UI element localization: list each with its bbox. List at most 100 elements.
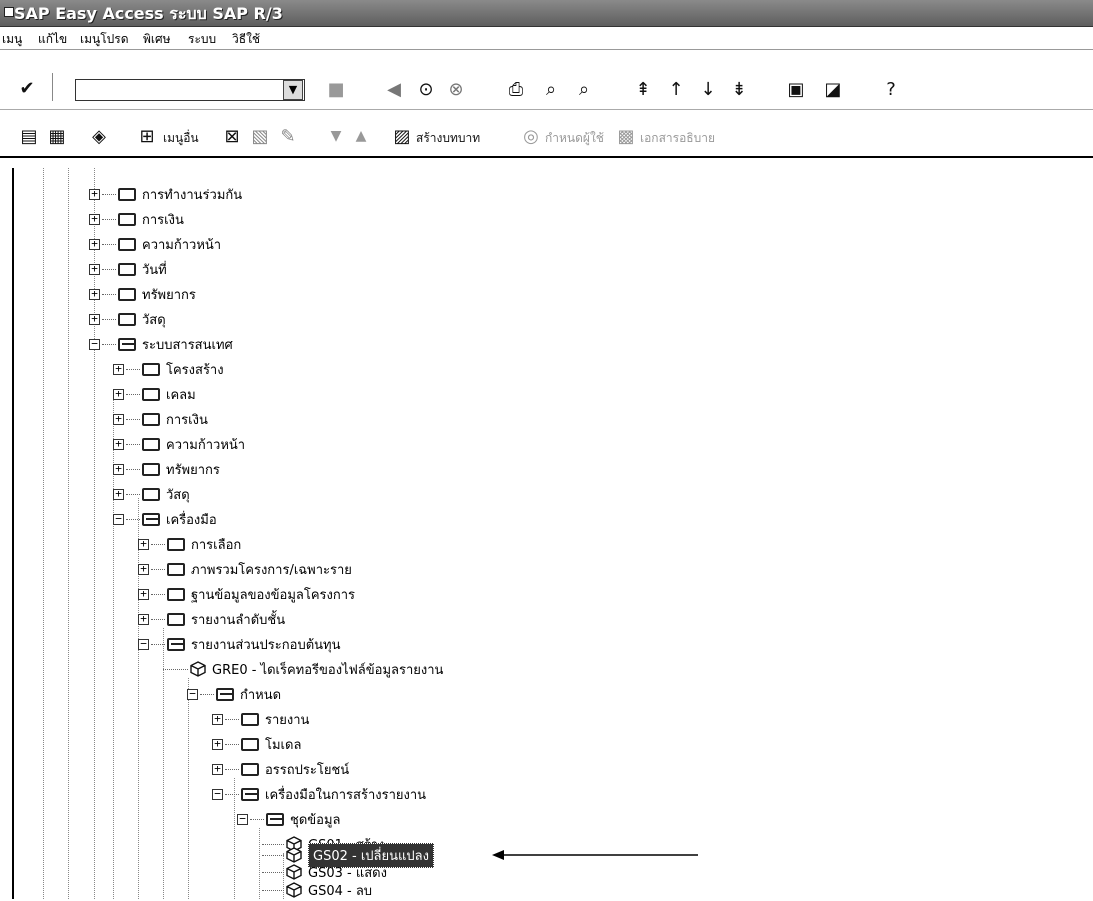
tree-node[interactable]: + โครงสร้าง bbox=[113, 359, 224, 379]
add-favorite-icon[interactable]: ⊠ bbox=[221, 125, 243, 147]
back-icon[interactable]: ◀ bbox=[383, 78, 405, 100]
collapse-toggle-icon[interactable]: − bbox=[89, 338, 100, 350]
tree-node[interactable]: + วันที่ bbox=[89, 259, 167, 279]
tree-node[interactable]: − ระบบสารสนเทศ bbox=[89, 334, 233, 354]
tree-node[interactable]: GRE0 - ไดเร็คทอรีของไฟล์ข้อมูลรายงาน bbox=[163, 659, 443, 679]
collapse-toggle-icon[interactable]: − bbox=[187, 688, 198, 700]
expand-toggle-icon[interactable]: + bbox=[113, 488, 124, 500]
command-history-dropdown-icon[interactable]: ▼ bbox=[283, 80, 303, 100]
expand-toggle-icon[interactable]: + bbox=[138, 563, 149, 575]
save-icon[interactable]: ■ bbox=[325, 78, 347, 100]
change-favorite-icon[interactable]: ✎ bbox=[277, 125, 299, 147]
help-icon[interactable]: ? bbox=[880, 78, 902, 100]
documentation-icon[interactable]: ▩ bbox=[615, 125, 637, 147]
tree-node[interactable]: + การเงิน bbox=[89, 209, 184, 229]
menu-extras[interactable]: พิเศษ bbox=[143, 30, 171, 49]
tree-node[interactable]: + รายงาน bbox=[212, 709, 309, 729]
generate-shortcut-icon[interactable]: ◪ bbox=[822, 78, 844, 100]
expand-toggle-icon[interactable]: + bbox=[89, 213, 100, 225]
command-field[interactable] bbox=[75, 79, 305, 101]
find-icon[interactable]: ⌕ bbox=[540, 78, 562, 100]
find-next-icon[interactable]: ⌕ bbox=[573, 78, 595, 100]
expand-toggle-icon[interactable]: + bbox=[89, 313, 100, 325]
expand-toggle-icon[interactable]: + bbox=[89, 238, 100, 250]
folder-icon bbox=[118, 187, 136, 201]
menu-favorites[interactable]: เมนูโปรด bbox=[80, 30, 129, 49]
tree-node[interactable]: + วัสดุ bbox=[89, 309, 166, 329]
user-menu-icon[interactable]: ▦ bbox=[46, 125, 68, 147]
expand-toggle-icon[interactable]: + bbox=[113, 413, 124, 425]
previous-page-icon[interactable]: ↑ bbox=[665, 78, 687, 100]
other-menu-button[interactable]: เมนูอื่น bbox=[163, 129, 199, 148]
expand-toggle-icon[interactable]: + bbox=[212, 713, 223, 725]
expand-toggle-icon[interactable]: + bbox=[89, 188, 100, 200]
collapse-toggle-icon[interactable]: − bbox=[212, 788, 223, 800]
documentation-button[interactable]: เอกสารอธิบาย bbox=[640, 129, 715, 148]
window-title: SAP Easy Access ระบบ SAP R/3 bbox=[14, 4, 283, 23]
expand-toggle-icon[interactable]: + bbox=[89, 263, 100, 275]
tree-node[interactable]: + โมเดล bbox=[212, 734, 301, 754]
tree-node[interactable]: + ภาพรวมโครงการ/เฉพาะราย bbox=[138, 559, 352, 579]
tree-node[interactable]: + ความก้าวหน้า bbox=[89, 234, 221, 254]
tree-node[interactable]: − เครื่องมือในการสร้างรายงาน bbox=[212, 784, 426, 804]
expand-toggle-icon[interactable]: + bbox=[89, 288, 100, 300]
enter-check-icon[interactable]: ✔ bbox=[16, 77, 38, 99]
tree-node[interactable]: + วัสดุ bbox=[113, 484, 190, 504]
tree-node[interactable]: + ทรัพยากร bbox=[89, 284, 196, 304]
last-page-icon[interactable]: ⇟ bbox=[728, 78, 750, 100]
tree-node[interactable]: GS04 - ลบ bbox=[262, 880, 372, 900]
assign-users-icon[interactable]: ◎ bbox=[520, 125, 542, 147]
expand-toggle-icon[interactable]: + bbox=[113, 463, 124, 475]
create-role-icon[interactable]: ▨ bbox=[391, 125, 413, 147]
assign-users-button[interactable]: กำหนดผู้ใช้ bbox=[545, 129, 604, 148]
tree-node-label: กำหนด bbox=[240, 687, 282, 703]
tree-node[interactable]: + การทำงานร่วมกัน bbox=[89, 184, 242, 204]
menu-edit[interactable]: แก้ไข bbox=[38, 30, 67, 49]
menu-system[interactable]: ระบบ bbox=[188, 30, 216, 49]
print-icon[interactable]: ⎙ bbox=[505, 78, 527, 100]
create-role-button[interactable]: สร้างบทบาท bbox=[416, 129, 480, 148]
expand-toggle-icon[interactable]: + bbox=[113, 363, 124, 375]
expand-toggle-icon[interactable]: + bbox=[113, 438, 124, 450]
tree-node[interactable]: − เครื่องมือ bbox=[113, 509, 217, 529]
create-session-icon[interactable]: ▣ bbox=[785, 78, 807, 100]
tree-node[interactable]: + ทรัพยากร bbox=[113, 459, 220, 479]
tree-guide-line bbox=[43, 168, 44, 899]
cancel-icon[interactable]: ⊗ bbox=[445, 78, 467, 100]
open-folder-icon bbox=[216, 687, 234, 701]
expand-toggle-icon[interactable]: + bbox=[138, 588, 149, 600]
tree-node[interactable]: − กำหนด bbox=[187, 684, 281, 704]
other-menu-icon[interactable]: ⊞ bbox=[136, 125, 158, 147]
menu-help[interactable]: วิธีใช้ bbox=[232, 30, 260, 49]
collapse-toggle-icon[interactable]: − bbox=[138, 638, 149, 650]
collapse-toggle-icon[interactable]: − bbox=[113, 513, 124, 525]
tree-node-label: เคลม bbox=[166, 387, 196, 403]
delete-favorite-icon[interactable]: ▧ bbox=[249, 125, 271, 147]
transaction-icon bbox=[190, 661, 206, 677]
folder-icon bbox=[241, 762, 259, 776]
tree-node[interactable]: + รายงานลำดับชั้น bbox=[138, 609, 285, 629]
tree-node[interactable]: + เคลม bbox=[113, 384, 196, 404]
expand-toggle-icon[interactable]: + bbox=[138, 613, 149, 625]
sap-menu-icon[interactable]: ▤ bbox=[18, 125, 40, 147]
folder-icon bbox=[167, 562, 185, 576]
collapse-toggle-icon[interactable]: − bbox=[237, 813, 248, 825]
tree-node[interactable]: + ความก้าวหน้า bbox=[113, 434, 245, 454]
tree-node[interactable]: − รายงานส่วนประกอบต้นทุน bbox=[138, 634, 341, 654]
exit-icon[interactable]: ⊙ bbox=[415, 78, 437, 100]
tree-node[interactable]: + อรรถประโยชน์ bbox=[212, 759, 349, 779]
expand-toggle-icon[interactable]: + bbox=[212, 763, 223, 775]
move-down-icon[interactable]: ▼ bbox=[325, 125, 347, 147]
favorites-icon[interactable]: ◈ bbox=[88, 125, 110, 147]
tree-node[interactable]: + ฐานข้อมูลของข้อมูลโครงการ bbox=[138, 584, 355, 604]
first-page-icon[interactable]: ⇞ bbox=[632, 78, 654, 100]
tree-node[interactable]: − ชุดข้อมูล bbox=[237, 809, 341, 829]
move-up-icon[interactable]: ▲ bbox=[350, 125, 372, 147]
expand-toggle-icon[interactable]: + bbox=[138, 538, 149, 550]
expand-toggle-icon[interactable]: + bbox=[212, 738, 223, 750]
tree-node[interactable]: + การเลือก bbox=[138, 534, 241, 554]
tree-node[interactable]: + การเงิน bbox=[113, 409, 208, 429]
menu-menu[interactable]: เมนู bbox=[2, 30, 22, 49]
expand-toggle-icon[interactable]: + bbox=[113, 388, 124, 400]
next-page-icon[interactable]: ↓ bbox=[697, 78, 719, 100]
